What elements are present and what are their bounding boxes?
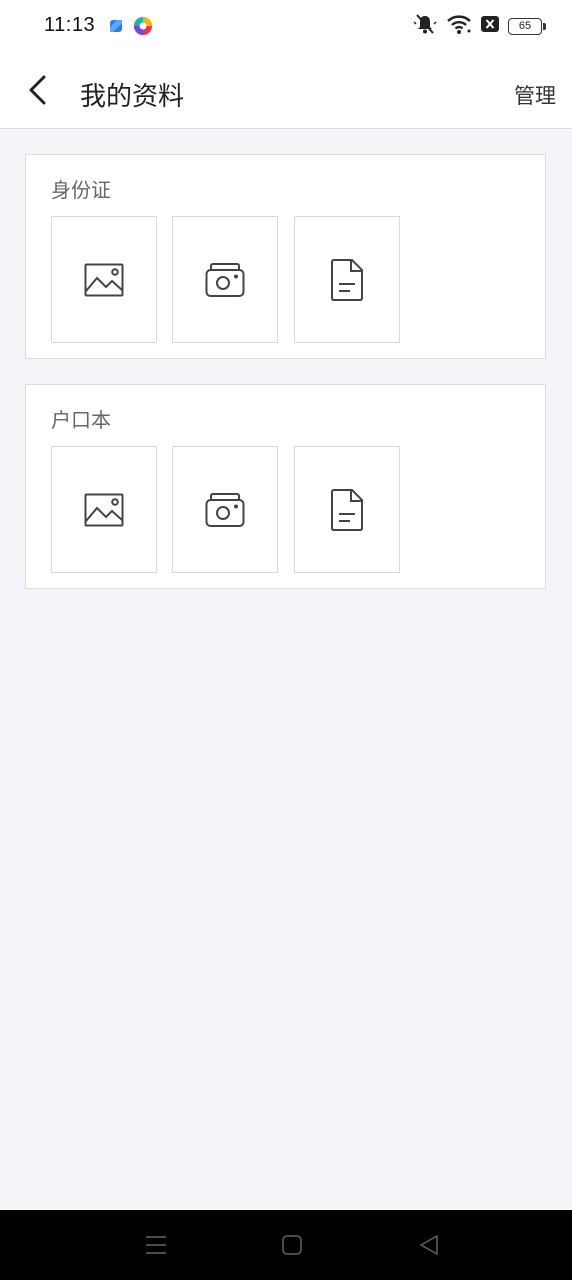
take-photo-button[interactable] [172, 216, 278, 343]
camera-icon [205, 262, 245, 297]
manage-button[interactable]: 管理 [514, 80, 556, 110]
back-triangle-icon[interactable] [418, 1232, 440, 1262]
upload-from-gallery-button[interactable] [51, 446, 157, 573]
back-button[interactable] [18, 70, 58, 110]
mute-icon [412, 12, 438, 40]
menu-icon[interactable] [144, 1232, 168, 1262]
section-title: 户口本 [51, 408, 111, 432]
upload-document-button[interactable] [294, 446, 400, 573]
status-time: 11:13 [44, 14, 96, 36]
status-bar: 11:13 65 [0, 0, 572, 52]
app-blue-icon [108, 18, 124, 38]
page-title: 我的资料 [80, 82, 185, 112]
battery-icon: 65 [508, 17, 546, 35]
image-icon [84, 263, 124, 296]
document-icon [331, 488, 363, 531]
sim-error-icon [480, 15, 500, 37]
system-navigation-bar [0, 1210, 572, 1280]
status-icons: 65 [412, 12, 546, 40]
top-navigation-bar: 我的资料 管理 [0, 52, 572, 129]
image-icon [84, 493, 124, 526]
home-icon[interactable] [281, 1232, 303, 1262]
camera-icon [205, 492, 245, 527]
app-colorful-icon [132, 15, 154, 41]
wifi-icon [446, 13, 472, 39]
section-title: 身份证 [51, 178, 111, 202]
section-card-household-register: 户口本 [25, 384, 546, 589]
upload-from-gallery-button[interactable] [51, 216, 157, 343]
document-icon [331, 258, 363, 301]
chevron-left-icon [29, 75, 46, 105]
take-photo-button[interactable] [172, 446, 278, 573]
section-card-id-card: 身份证 [25, 154, 546, 359]
upload-document-button[interactable] [294, 216, 400, 343]
